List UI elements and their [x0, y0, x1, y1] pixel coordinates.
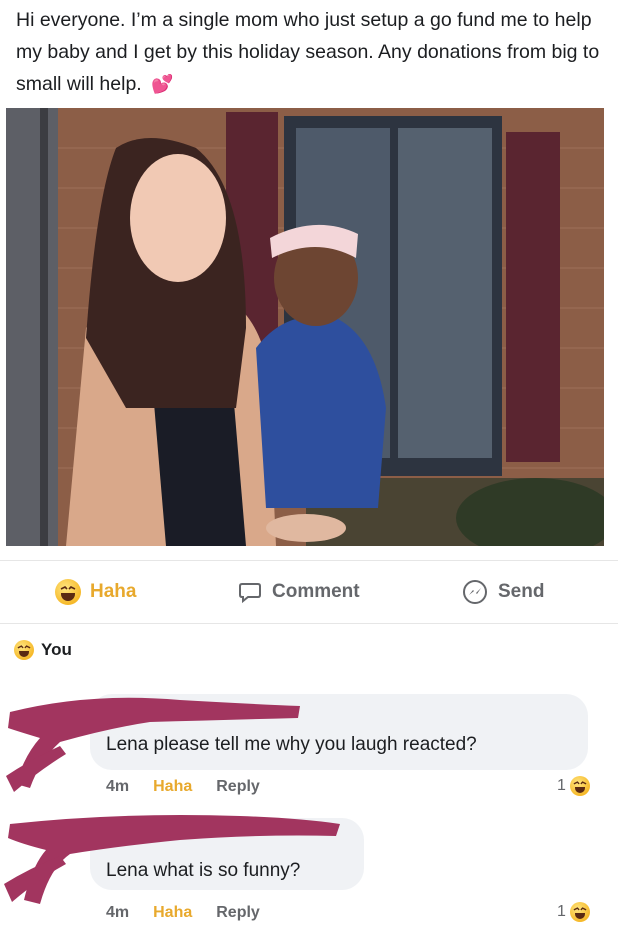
post-photo[interactable]	[6, 108, 604, 546]
comment-label: Comment	[272, 581, 360, 602]
post-action-bar: Haha Comment Send	[0, 560, 618, 624]
comment-reaction-count[interactable]: 1	[557, 776, 590, 796]
send-label: Send	[498, 581, 545, 602]
viewer-reaction: You	[14, 640, 72, 660]
reaction-count-value: 1	[557, 777, 566, 794]
comment-meta: 4m Haha Reply	[106, 904, 284, 922]
haha-emoji-icon	[55, 579, 81, 605]
post-body: Hi everyone. I’m a single mom who just s…	[16, 9, 600, 95]
comment-text: Lena what is so funny?	[106, 860, 301, 881]
comment-meta: 4m Haha Reply	[106, 778, 284, 796]
comment-reply-button[interactable]: Reply	[216, 778, 260, 796]
comment-reaction-count[interactable]: 1	[557, 902, 590, 922]
viewer-reaction-name: You	[41, 640, 72, 659]
send-button[interactable]: Send	[462, 561, 544, 623]
comment-bubble[interactable]	[90, 694, 588, 770]
comment-haha-button[interactable]: Haha	[153, 778, 192, 796]
comment-reply-button[interactable]: Reply	[216, 904, 260, 922]
haha-emoji-icon	[569, 902, 590, 922]
haha-emoji-icon	[569, 776, 590, 796]
comment-time: 4m	[106, 778, 130, 795]
comment-time: 4m	[106, 904, 130, 921]
comment-button[interactable]: Comment	[238, 561, 360, 623]
messenger-icon	[463, 580, 487, 604]
haha-emoji-icon	[14, 640, 34, 660]
heart-emoji-icon: 💕	[151, 74, 174, 94]
reaction-count-value: 1	[557, 903, 566, 920]
haha-label: Haha	[90, 581, 137, 602]
comment-text: Lena please tell me why you laugh reacte…	[106, 734, 477, 755]
haha-reaction-button[interactable]: Haha	[55, 561, 136, 623]
comment-icon	[239, 583, 261, 604]
post-text: Hi everyone. I’m a single mom who just s…	[16, 4, 606, 100]
comment-haha-button[interactable]: Haha	[153, 904, 192, 922]
